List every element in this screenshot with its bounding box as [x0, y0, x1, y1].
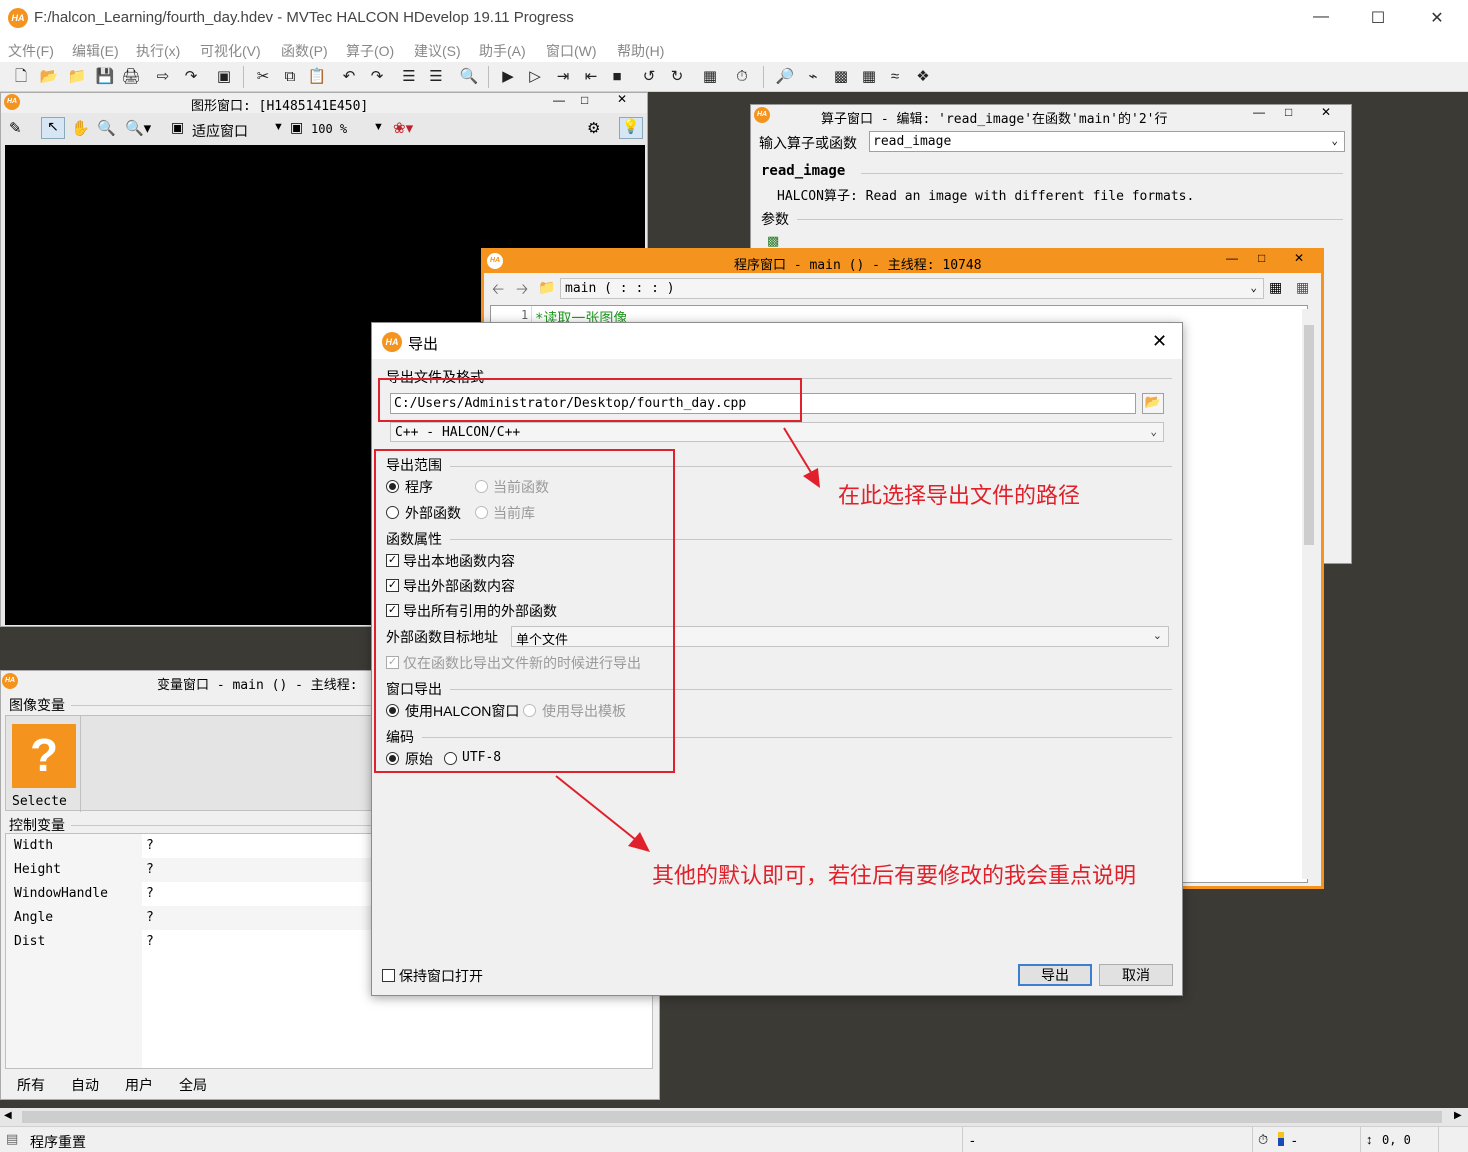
- memory-meter-icon: [1278, 1132, 1284, 1146]
- annotation-arrows: [555, 427, 820, 852]
- scroll-right-icon[interactable]: ▶: [1454, 1110, 1462, 1121]
- scrollbar-thumb[interactable]: [22, 1111, 1442, 1123]
- scroll-left-icon[interactable]: ◀: [4, 1110, 12, 1121]
- cursor-coords: 0, 0: [1382, 1133, 1411, 1147]
- status-icon: ▤: [6, 1131, 19, 1146]
- path-annotation: 在此选择导出文件的路径: [838, 483, 1081, 508]
- default-annotation: 其他的默认即可，若往后有要修改的我会重点说明: [652, 863, 1137, 888]
- status-message: 程序重置: [30, 1134, 86, 1150]
- profiler-icon: ⏱: [1258, 1132, 1269, 1147]
- status-field-1: -: [970, 1132, 975, 1148]
- cursor-position-icon: ↕: [1366, 1132, 1373, 1147]
- horizontal-scrollbar[interactable]: ◀ ▶: [0, 1108, 1468, 1126]
- status-bar: ▤ 程序重置 - ⏱ - ↕ 0, 0: [0, 1126, 1468, 1152]
- status-field-2: -: [1292, 1132, 1297, 1148]
